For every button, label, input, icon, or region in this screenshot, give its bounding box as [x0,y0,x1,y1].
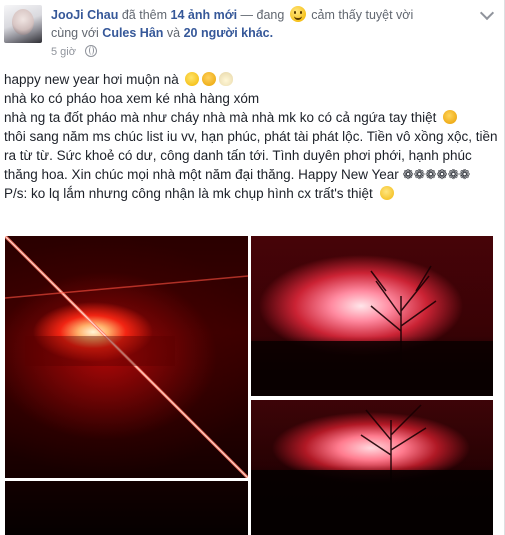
grinning-face-icon [379,186,394,200]
globe-icon[interactable] [85,45,98,57]
body-line-3a: nhà ng ta đốt pháo mà như cháy nhà mà nh… [4,108,499,127]
action-text: đã thêm [121,8,168,22]
and-text: và [166,26,181,40]
body-line-4-text: P/s: ko lq lắm nhưng công nhận là mk chụ… [4,186,373,201]
body-line-3a-text: nhà ng ta đốt pháo mà như cháy nhà mà nh… [4,110,437,125]
body-line-1-text: happy new year hơi muộn nà [4,72,179,87]
timestamp-link[interactable]: 5 giờ [51,46,76,58]
avatar[interactable] [4,5,42,43]
tagged-user-link[interactable]: Cules Hân [102,26,163,40]
author-name[interactable]: JooJi Chau [51,8,118,22]
post-header: JooJi Chau đã thêm 14 ảnh mới — đang cảm… [51,6,496,42]
ground-shadow-2 [251,465,493,535]
body-line-2: nhà ko có pháo hoa xem ké nhà hàng xóm [4,91,260,106]
body-line-1: happy new year hơi muộn nà [4,70,499,89]
dash-text: — đang [240,8,285,22]
hatching-chick-icon [219,72,234,86]
firework-photo-3[interactable] [251,400,493,535]
chick-icon [185,72,200,86]
chick-face-icon [202,72,217,86]
body-line-4: P/s: ko lq lắm nhưng công nhận là mk chụ… [4,184,499,203]
smiley-icon [289,6,306,22]
firework-photo-4[interactable] [5,481,248,535]
firework-photo-2[interactable] [251,236,493,396]
ground-shadow [251,336,493,396]
photos-added-link[interactable]: 14 ảnh mới [171,8,238,22]
post-meta: 5 giờ [51,45,98,58]
facebook-post: JooJi Chau đã thêm 14 ảnh mới — đang cảm… [0,0,505,535]
firework-photo-1[interactable] [5,236,248,478]
feeling-text: cảm thấy tuyệt vời [311,8,414,22]
post-body: happy new year hơi muộn nà nhà ko có phá… [4,70,499,203]
body-line-3b: thôi sang năm ms chúc list iu vv, hạn ph… [4,129,498,182]
flare-lines [5,236,248,478]
with-text: cùng với [51,26,99,40]
tired-face-icon [443,110,458,124]
others-link[interactable]: 20 người khác. [184,26,274,40]
